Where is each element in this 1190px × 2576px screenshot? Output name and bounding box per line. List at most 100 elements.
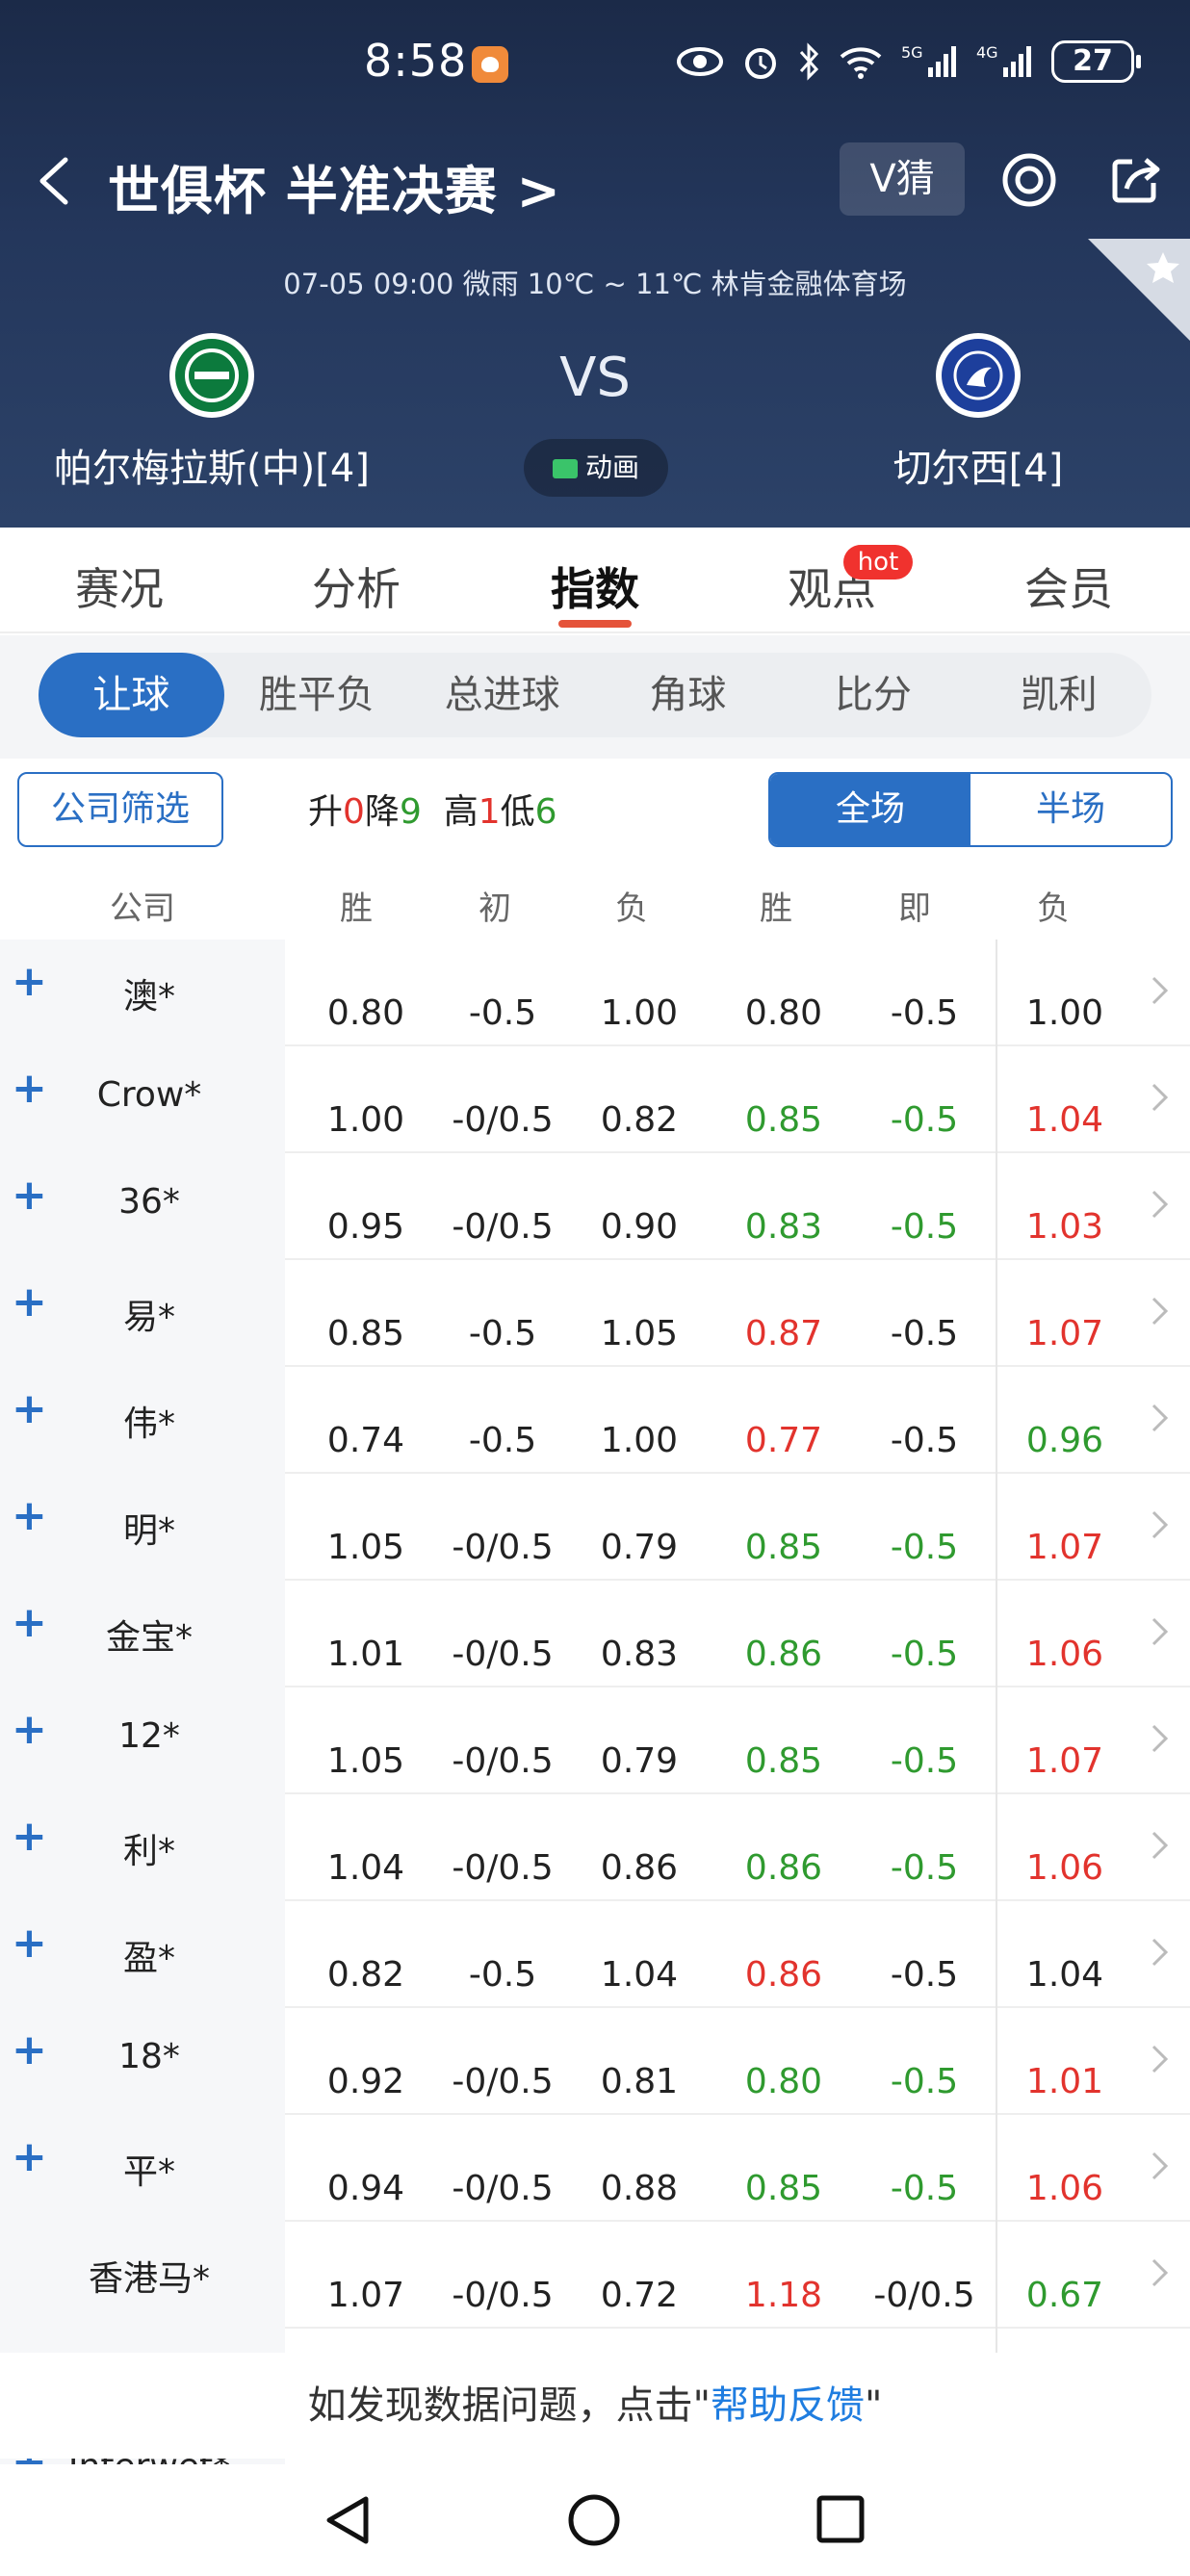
vs-label: VS <box>559 347 631 409</box>
back-icon[interactable] <box>35 156 77 206</box>
expand-plus-icon[interactable]: + <box>12 957 47 1006</box>
expand-plus-icon[interactable]: + <box>12 1384 47 1433</box>
wifi-icon <box>840 47 882 79</box>
pitch-icon <box>552 459 578 478</box>
table-row[interactable]: + 利* 1.04 -0/0.5 0.86 0.86 -0.5 1.06 <box>0 1794 1190 1901</box>
table-row[interactable]: + 澳* 0.80 -0.5 1.00 0.80 -0.5 1.00 <box>0 940 1190 1046</box>
odds-cells: 1.05 -0/0.5 0.79 0.85 -0.5 1.07 <box>285 1687 1190 1794</box>
table-row[interactable]: + 盈* 0.82 -0.5 1.04 0.86 -0.5 1.04 <box>0 1901 1190 2008</box>
table-row[interactable]: + 伟* 0.74 -0.5 1.00 0.77 -0.5 0.96 <box>0 1367 1190 1474</box>
company-name: 金宝* <box>105 1618 193 1658</box>
company-cell: + 盈* <box>0 1901 285 2008</box>
main-tabs: 赛况 分析 指数 观点 会员 hot <box>0 528 1190 633</box>
help-feedback-link[interactable]: 帮助反馈 <box>711 2383 865 2428</box>
init-win-value: 0.92 <box>326 2062 405 2101</box>
expand-plus-icon[interactable]: + <box>12 1705 47 1754</box>
animation-button[interactable]: 动画 <box>524 439 668 497</box>
expand-plus-icon[interactable]: + <box>12 2132 47 2181</box>
filter-row: 公司筛选 升0降9 高1低6 全场 半场 <box>0 760 1190 857</box>
table-row[interactable]: +12* 1.05 -0/0.5 0.79 0.85 -0.5 1.07 <box>0 1687 1190 1794</box>
table-row[interactable]: + 平* 0.94 -0/0.5 0.88 0.85 -0.5 1.06 <box>0 2115 1190 2222</box>
chevron-right-icon[interactable] <box>1150 1936 1171 1969</box>
live-line-value: -0.5 <box>890 1955 959 1995</box>
init-line-value: -0/0.5 <box>452 1635 554 1674</box>
recents-square-icon[interactable] <box>815 2493 867 2547</box>
init-win-value: 1.01 <box>326 1635 405 1674</box>
status-time: 8:58 <box>364 35 468 87</box>
home-circle-icon[interactable] <box>566 2493 622 2547</box>
chevron-right-icon[interactable] <box>1150 1402 1171 1434</box>
table-row[interactable]: + Crow* 1.00 -0/0.5 0.82 0.85 -0.5 1.04 <box>0 1046 1190 1153</box>
tab-live[interactable]: 赛况 <box>33 554 206 618</box>
odds-cells: 0.80 -0.5 1.00 0.80 -0.5 1.00 <box>285 940 1190 1046</box>
table-row[interactable]: +18* 0.92 -0/0.5 0.81 0.80 -0.5 1.01 <box>0 2008 1190 2115</box>
expand-plus-icon[interactable]: + <box>12 1919 47 1968</box>
favorite-star-icon[interactable] <box>1088 239 1190 341</box>
subtab-corners[interactable]: 角球 <box>595 653 781 737</box>
share-icon[interactable] <box>1107 152 1163 208</box>
expand-plus-icon[interactable]: + <box>12 1064 47 1113</box>
chevron-right-icon[interactable] <box>1150 2043 1171 2075</box>
subtab-handicap[interactable]: 让球 <box>39 653 224 737</box>
subtab-score[interactable]: 比分 <box>781 653 967 737</box>
chevron-right-icon[interactable] <box>1150 1081 1171 1114</box>
tab-analysis[interactable]: 分析 <box>270 554 443 618</box>
live-line-value: -0.5 <box>890 1314 959 1353</box>
company-filter-button[interactable]: 公司筛选 <box>17 772 223 847</box>
init-lose-value: 1.00 <box>600 1421 679 1460</box>
live-line-value: -0.5 <box>890 2062 959 2101</box>
chevron-right-icon[interactable] <box>1150 974 1171 1007</box>
away-team-name: 切尔西[4] <box>892 447 1064 491</box>
chevron-right-icon[interactable] <box>1150 1295 1171 1327</box>
column-divider <box>996 1367 997 1474</box>
full-time-option[interactable]: 全场 <box>770 774 970 845</box>
subtab-1x2[interactable]: 胜平负 <box>224 653 410 737</box>
table-row[interactable]: +36* 0.95 -0/0.5 0.90 0.83 -0.5 1.03 <box>0 1153 1190 1260</box>
vguess-button[interactable]: V猜 <box>840 142 965 216</box>
expand-plus-icon[interactable]: + <box>12 1812 47 1861</box>
period-toggle: 全场 半场 <box>768 772 1173 847</box>
company-cell: + 利* <box>0 1794 285 1901</box>
animation-label: 动画 <box>584 451 639 483</box>
subtab-kelly[interactable]: 凯利 <box>966 653 1151 737</box>
table-row[interactable]: 香港马* 1.07 -0/0.5 0.72 1.18 -0/0.5 0.67 <box>0 2222 1190 2329</box>
live-win-value: 0.80 <box>744 2062 823 2101</box>
live-line-value: -0.5 <box>890 1421 959 1460</box>
expand-plus-icon[interactable]: + <box>12 1171 47 1220</box>
subtab-total-goals[interactable]: 总进球 <box>409 653 595 737</box>
chevron-right-icon[interactable] <box>1150 1188 1171 1221</box>
target-icon[interactable] <box>1001 152 1057 208</box>
chevron-right-icon[interactable] <box>1150 1829 1171 1862</box>
tab-odds[interactable]: 指数 <box>508 554 682 618</box>
chevron-right-icon[interactable] <box>1150 2150 1171 2182</box>
chevron-right-icon[interactable] <box>1150 1615 1171 1648</box>
chevron-right-icon[interactable] <box>1150 2256 1171 2289</box>
competition-title[interactable]: 世俱杯 半准决赛 > <box>108 148 561 224</box>
table-row[interactable]: + 金宝* 1.01 -0/0.5 0.83 0.86 -0.5 1.06 <box>0 1581 1190 1687</box>
table-row[interactable]: + 明* 1.05 -0/0.5 0.79 0.85 -0.5 1.07 <box>0 1474 1190 1581</box>
expand-plus-icon[interactable]: + <box>12 1277 47 1327</box>
chevron-right-icon[interactable] <box>1150 1508 1171 1541</box>
tab-member[interactable]: 会员 <box>982 554 1155 618</box>
live-lose-value: 1.07 <box>1025 1528 1104 1567</box>
live-win-value: 0.87 <box>744 1314 823 1353</box>
company-name: 平* <box>122 2152 175 2192</box>
company-name: 易* <box>122 1298 175 1337</box>
column-divider <box>996 1581 997 1687</box>
table-row[interactable]: + 易* 0.85 -0.5 1.05 0.87 -0.5 1.07 <box>0 1260 1190 1367</box>
home-team[interactable]: 帕尔梅拉斯(中)[4] <box>0 331 424 493</box>
back-triangle-icon[interactable] <box>322 2493 374 2547</box>
expand-plus-icon[interactable]: + <box>12 1598 47 1647</box>
init-lose-value: 0.82 <box>600 1100 679 1140</box>
init-line-value: -0/0.5 <box>452 2169 554 2208</box>
expand-plus-icon[interactable]: + <box>12 2025 47 2074</box>
half-time-option[interactable]: 半场 <box>970 774 1171 845</box>
away-team[interactable]: 切尔西[4] <box>766 331 1190 493</box>
live-lose-value: 1.03 <box>1025 1207 1104 1247</box>
init-lose-value: 0.79 <box>600 1528 679 1567</box>
init-line-value: -0/0.5 <box>452 2276 554 2315</box>
live-line-value: -0.5 <box>890 993 959 1033</box>
expand-plus-icon[interactable]: + <box>12 1491 47 1540</box>
chevron-right-icon[interactable] <box>1150 1722 1171 1755</box>
svg-text:5G: 5G <box>901 43 923 62</box>
